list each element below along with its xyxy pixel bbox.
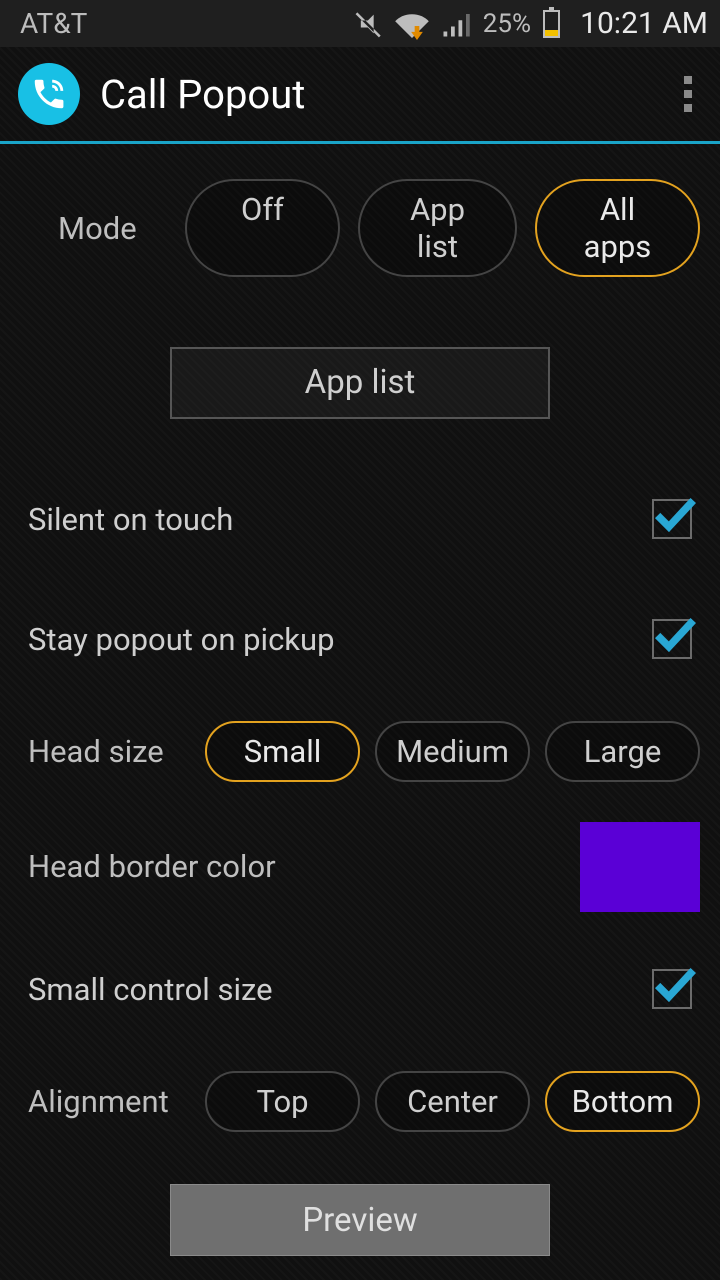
battery-icon [543, 10, 560, 38]
head-size-options: Small Medium Large [203, 721, 700, 782]
mode-option-applist[interactable]: App list [358, 179, 517, 277]
status-bar: AT&T 25% 10:21 AM [0, 0, 720, 47]
wifi-icon [395, 10, 429, 38]
applist-button[interactable]: App list [170, 347, 550, 419]
head-size-label: Head size [28, 733, 203, 770]
alignment-center[interactable]: Center [375, 1071, 530, 1132]
mode-options: Off App list All apps [185, 179, 700, 277]
stay-popout-checkbox[interactable] [652, 619, 692, 659]
alignment-options: Top Center Bottom [203, 1071, 700, 1132]
clock-label: 10:21 AM [580, 6, 708, 41]
preview-button[interactable]: Preview [170, 1184, 550, 1256]
overflow-menu-button[interactable] [674, 66, 702, 122]
head-border-color-label: Head border color [28, 848, 276, 885]
setting-silent-on-touch[interactable]: Silent on touch [20, 459, 700, 579]
head-size-large[interactable]: Large [545, 721, 700, 782]
app-icon [18, 63, 80, 125]
small-control-checkbox[interactable] [652, 969, 692, 1009]
mode-option-allapps[interactable]: All apps [535, 179, 700, 277]
mode-label: Mode [20, 210, 185, 247]
head-border-color-row[interactable]: Head border color [20, 804, 700, 929]
alignment-top[interactable]: Top [205, 1071, 360, 1132]
silent-on-touch-checkbox[interactable] [652, 499, 692, 539]
status-right: 25% 10:21 AM [355, 6, 708, 41]
mute-icon [355, 10, 383, 38]
alignment-label: Alignment [28, 1083, 203, 1120]
silent-on-touch-label: Silent on touch [28, 501, 233, 538]
carrier-label: AT&T [20, 7, 87, 40]
setting-stay-popout[interactable]: Stay popout on pickup [20, 579, 700, 699]
alignment-bottom[interactable]: Bottom [545, 1071, 700, 1132]
head-size-small[interactable]: Small [205, 721, 360, 782]
battery-pct-label: 25% [483, 9, 531, 39]
setting-small-control[interactable]: Small control size [20, 929, 700, 1049]
head-size-row: Head size Small Medium Large [20, 699, 700, 804]
mode-row: Mode Off App list All apps [20, 144, 700, 277]
head-border-color-swatch[interactable] [580, 822, 700, 912]
stay-popout-label: Stay popout on pickup [28, 621, 335, 658]
signal-icon [441, 11, 471, 37]
head-size-medium[interactable]: Medium [375, 721, 530, 782]
alignment-row: Alignment Top Center Bottom [20, 1049, 700, 1154]
small-control-label: Small control size [28, 971, 273, 1008]
action-bar: Call Popout [0, 47, 720, 141]
mode-option-off[interactable]: Off [185, 179, 340, 277]
app-title: Call Popout [100, 71, 305, 118]
